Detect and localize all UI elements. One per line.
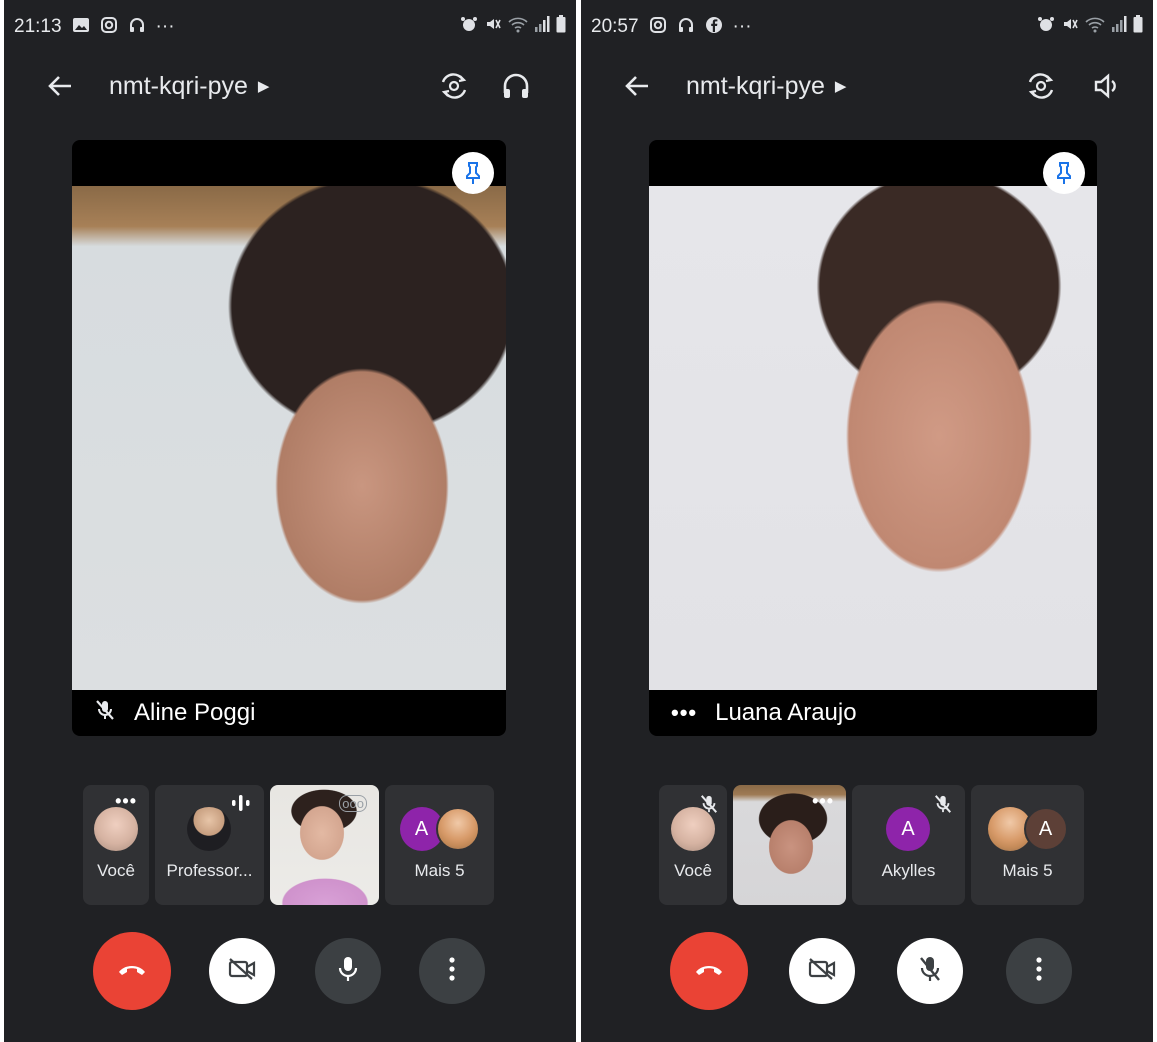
camera-off-button[interactable] <box>209 938 275 1004</box>
participant-label: Você <box>97 861 135 880</box>
call-controls <box>581 932 1153 1012</box>
speaker-name-strip: Aline Poggi <box>72 690 506 736</box>
end-call-button[interactable] <box>93 932 171 1010</box>
main-video-tile[interactable]: Aline Poggi <box>72 140 506 736</box>
participant-label: Akylles <box>881 861 936 880</box>
mute-status-icon <box>1061 15 1079 39</box>
more-dots-icon[interactable]: ••• <box>671 700 697 726</box>
status-time: 20:57 <box>591 16 639 37</box>
camera-switch-icon[interactable] <box>434 66 474 106</box>
participant-tile-professor[interactable]: Professor... <box>155 785 264 905</box>
camera-off-button[interactable] <box>789 938 855 1004</box>
avatar <box>671 807 715 851</box>
mute-status-icon <box>484 15 502 39</box>
meeting-code-button[interactable]: nmt-kqri-pye ▶ <box>109 72 269 101</box>
call-header: nmt-kqri-pye ▶ <box>581 56 1153 116</box>
end-call-button[interactable] <box>670 932 748 1010</box>
avatar-initial: A <box>886 807 930 851</box>
participant-tile-akylles[interactable]: A Akylles <box>852 785 965 905</box>
instagram-icon <box>100 16 118 39</box>
participant-tile-more[interactable]: A Mais 5 <box>385 785 494 905</box>
participant-label: Mais 5 <box>414 861 465 880</box>
battery-icon <box>556 15 566 39</box>
headphones-status-icon <box>677 16 695 39</box>
call-controls <box>4 932 576 1012</box>
call-header: nmt-kqri-pye ▶ <box>4 56 576 116</box>
back-arrow-icon[interactable] <box>42 68 78 104</box>
meeting-code: nmt-kqri-pye <box>109 71 248 100</box>
status-bar: 21:13 ··· <box>4 0 576 54</box>
video-off-icon <box>807 957 837 986</box>
wifi-icon <box>508 15 528 39</box>
more-vert-icon <box>1035 956 1043 987</box>
headphones-icon[interactable] <box>496 66 536 106</box>
signal-icon <box>534 15 550 39</box>
speaker-name-strip: ••• Luana Araujo <box>649 690 1097 736</box>
more-vert-icon <box>448 956 456 987</box>
more-options-button[interactable] <box>1006 938 1072 1004</box>
participant-tile-self[interactable]: Você <box>659 785 727 905</box>
main-video-tile[interactable]: ••• Luana Araujo <box>649 140 1097 736</box>
avatar-stack: A <box>399 807 480 851</box>
mic-off-icon <box>94 698 116 729</box>
status-overflow: ··· <box>155 16 175 37</box>
facebook-icon <box>705 16 723 39</box>
call-screen-left: 21:13 ··· nmt-kqri-pye ▶ Aline Poggi •••… <box>4 0 576 1042</box>
pin-icon[interactable] <box>452 152 494 194</box>
back-arrow-icon[interactable] <box>619 68 655 104</box>
video-off-icon <box>227 957 257 986</box>
participant-video <box>72 186 506 690</box>
participant-tile-self[interactable]: ••• Você <box>83 785 149 905</box>
alarm-icon <box>1037 15 1055 39</box>
speaking-indicator-icon <box>230 793 252 818</box>
participant-tile-video[interactable]: ••• <box>733 785 846 905</box>
alarm-icon <box>460 15 478 39</box>
call-screen-right: 20:57 ··· nmt-kqri-pye ▶ ••• Luana Arauj… <box>581 0 1153 1042</box>
status-bar: 20:57 ··· <box>581 0 1153 54</box>
phone-hangup-icon <box>117 962 147 981</box>
meeting-code-button[interactable]: nmt-kqri-pye ▶ <box>686 72 846 101</box>
avatar <box>187 807 231 851</box>
caret-right-icon: ▶ <box>834 78 847 95</box>
participant-tile-more[interactable]: A Mais 5 <box>971 785 1084 905</box>
speaker-name: Aline Poggi <box>134 699 256 726</box>
avatar-stack: A <box>987 807 1068 851</box>
mic-icon <box>337 955 359 988</box>
participant-label: Professor... <box>166 861 253 880</box>
avatar <box>94 807 138 851</box>
battery-icon <box>1133 15 1143 39</box>
participant-filmstrip: Você ••• A Akylles A Mais 5 <box>581 785 1153 905</box>
participant-video <box>649 186 1097 690</box>
speaker-icon[interactable] <box>1087 66 1127 106</box>
headphones-status-icon <box>128 16 146 39</box>
meeting-code: nmt-kqri-pye <box>686 71 825 100</box>
avatar-initial: A <box>1023 807 1068 851</box>
participant-label: Mais 5 <box>1002 861 1053 880</box>
participant-label: Você <box>674 861 712 880</box>
avatar <box>435 807 480 851</box>
more-options-button[interactable] <box>419 938 485 1004</box>
camera-switch-icon[interactable] <box>1021 66 1061 106</box>
gallery-icon <box>72 16 90 39</box>
microphone-button[interactable] <box>897 938 963 1004</box>
speaker-name: Luana Araujo <box>715 699 857 726</box>
signal-icon <box>1111 15 1127 39</box>
status-overflow: ··· <box>732 16 752 37</box>
participant-filmstrip: ••• Você Professor... ooo A Mais 5 <box>4 785 576 905</box>
instagram-icon <box>649 16 667 39</box>
microphone-button[interactable] <box>315 938 381 1004</box>
caret-right-icon: ▶ <box>257 78 270 95</box>
status-time: 21:13 <box>14 16 62 37</box>
more-dots-icon[interactable]: ooo <box>339 795 367 812</box>
pin-icon[interactable] <box>1043 152 1085 194</box>
wifi-icon <box>1085 15 1105 39</box>
phone-hangup-icon <box>694 962 724 981</box>
participant-tile-video[interactable]: ooo <box>270 785 379 905</box>
mic-off-icon <box>918 955 942 988</box>
more-dots-icon[interactable]: ••• <box>812 791 834 812</box>
mic-off-icon <box>933 793 953 820</box>
